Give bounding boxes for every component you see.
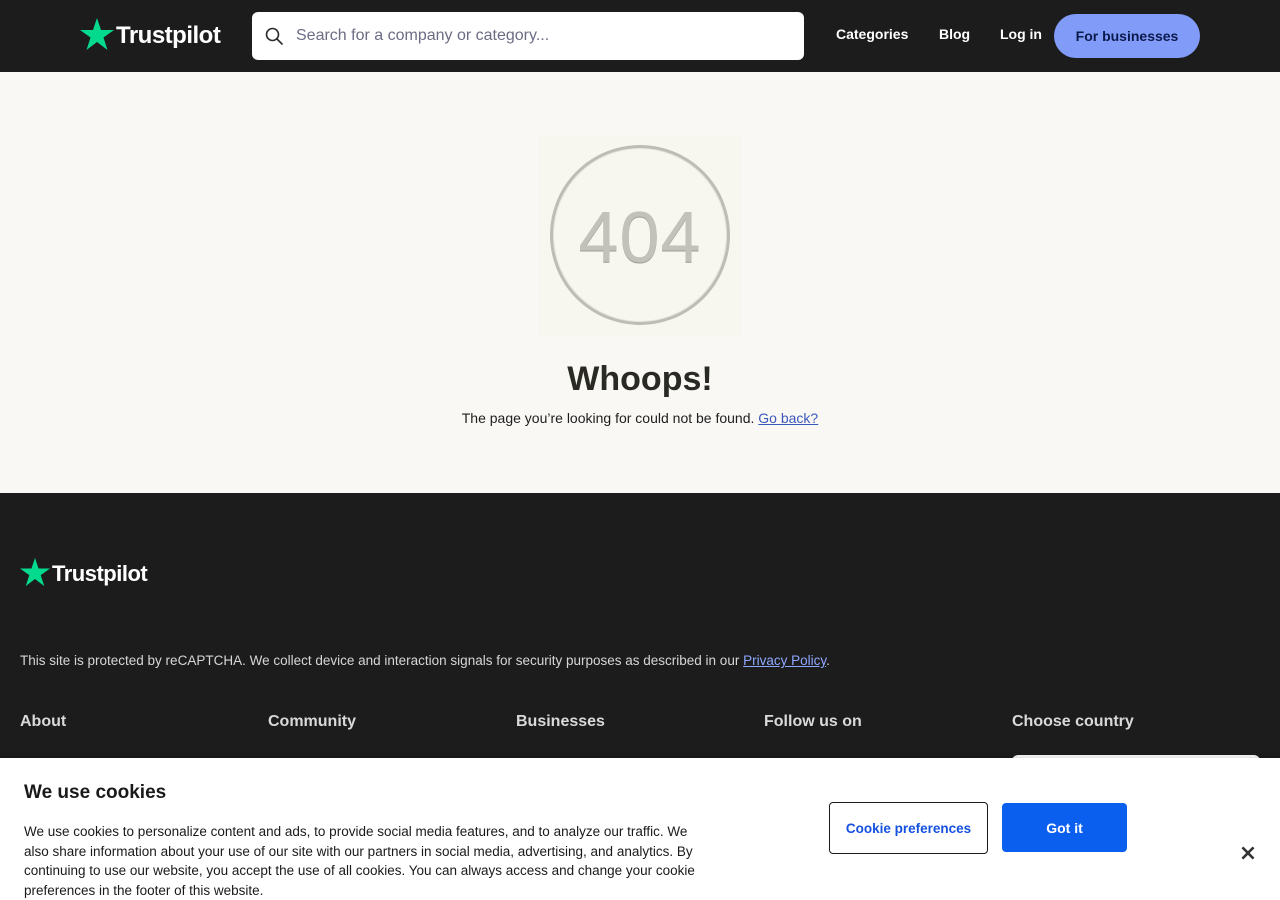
cookie-body: We use cookies to personalize content an… <box>24 824 695 898</box>
go-back-link[interactable]: Go back? <box>758 410 818 426</box>
trustpilot-logo[interactable]: Trustpilot <box>80 18 221 50</box>
search-icon <box>252 27 296 45</box>
nav-categories-link[interactable]: Categories <box>836 26 908 42</box>
error-title: Whoops! <box>567 360 713 398</box>
footer-heading-community: Community <box>268 713 356 730</box>
logo-wordmark: Trustpilot <box>116 22 221 49</box>
close-icon[interactable]: × <box>1236 842 1260 866</box>
cookie-title: We use cookies <box>24 782 167 803</box>
error-404-illustration: 404 <box>539 135 741 337</box>
search-bar[interactable] <box>252 12 804 60</box>
footer-heading-about: About <box>20 713 67 730</box>
recaptcha-end: . <box>826 653 830 668</box>
star-icon <box>20 557 50 587</box>
for-businesses-button[interactable]: For businesses <box>1054 14 1200 58</box>
privacy-policy-link[interactable]: Privacy Policy <box>743 653 826 668</box>
cookie-banner: We use cookies We use cookies to persona… <box>0 758 1280 900</box>
accept-cookies-button[interactable]: Got it <box>1002 803 1127 852</box>
search-input[interactable] <box>296 27 776 45</box>
star-icon <box>80 18 114 50</box>
cookie-preferences-button[interactable]: Cookie preferences <box>829 802 988 854</box>
error-code: 404 <box>578 198 702 278</box>
recaptcha-text: This site is protected by reCAPTCHA. We … <box>20 653 744 668</box>
top-navigation-bar: Trustpilot Categories Blog Log in For bu… <box>0 0 1280 72</box>
nav-blog-link[interactable]: Blog <box>939 26 970 42</box>
footer-heading-country: Choose country <box>1012 713 1134 730</box>
error-message-line: The page you’re looking for could not be… <box>0 410 1280 426</box>
footer-heading-follow: Follow us on <box>764 713 862 730</box>
footer-heading-businesses: Businesses <box>516 713 605 730</box>
footer-logo-wordmark: Trustpilot <box>52 561 148 586</box>
recaptcha-notice: This site is protected by reCAPTCHA. We … <box>20 653 830 668</box>
nav-login-link[interactable]: Log in <box>1000 26 1042 42</box>
error-message: The page you’re looking for could not be… <box>461 410 755 426</box>
footer-trustpilot-logo[interactable]: Trustpilot <box>20 557 148 587</box>
